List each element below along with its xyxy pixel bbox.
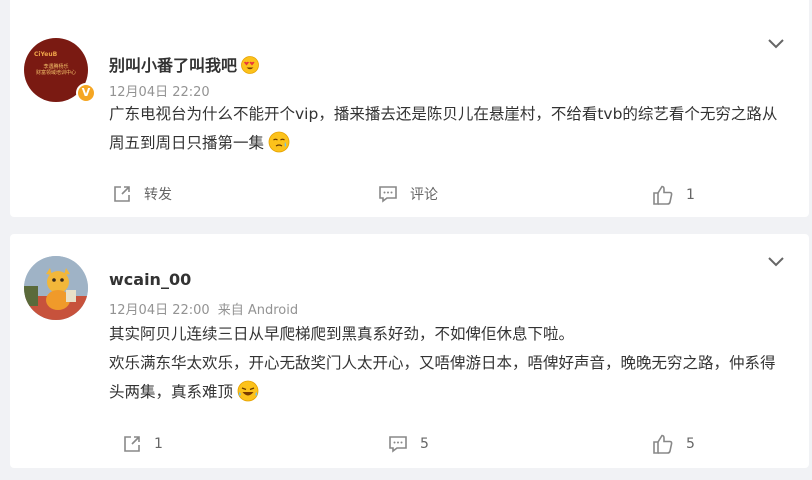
comment-body-line2: 欢乐满东华太欢乐，开心无敌奖门人太开心，又唔俾游日本，唔俾好声音，晚晚无穷之路，… <box>109 354 776 401</box>
repost-count: 1 <box>154 436 163 452</box>
avatar-logo-text: CiYeuB 李遇腾杨乐 财富领域培训中心 <box>34 51 78 77</box>
thumbs-up-icon <box>653 434 673 454</box>
repost-label: 转发 <box>144 187 172 203</box>
comment-body-line2-wrap: 欢乐满东华太欢乐，开心无敌奖门人太开心，又唔俾游日本，唔俾好声音，晚晚无穷之路，… <box>109 349 789 407</box>
repost-button[interactable]: 1 <box>122 434 163 454</box>
comment-body-line1: 其实阿贝儿连续三日从早爬梯爬到黑真系好劲，不如俾佢休息下啦。 <box>109 325 575 343</box>
laugh-cry-emoji-icon <box>237 380 259 402</box>
avatar-line2: 财富领域培训中心 <box>35 70 76 76</box>
chevron-down-icon[interactable] <box>767 256 785 268</box>
thumbs-up-icon <box>653 185 673 205</box>
avatar[interactable] <box>24 256 88 320</box>
username[interactable]: wcain_00 <box>109 270 191 289</box>
timestamp: 12月04日 22:20 <box>109 85 210 100</box>
timestamp: 12月04日 22:00 <box>109 303 210 318</box>
like-button[interactable]: 1 <box>652 185 695 205</box>
avatar-brand: CiYeuB <box>34 51 58 58</box>
like-count: 1 <box>686 187 695 203</box>
username-text[interactable]: 别叫小番了叫我吧 <box>109 56 237 75</box>
comment-label: 评论 <box>410 187 438 203</box>
comment-icon <box>379 186 397 203</box>
username[interactable]: 别叫小番了叫我吧 <box>109 52 259 76</box>
post-meta: 12月04日 22:00 来自 Android <box>109 299 298 318</box>
comment-button[interactable]: 评论 <box>378 184 438 204</box>
sweat-emoji-icon <box>268 131 290 153</box>
chevron-down-icon[interactable] <box>767 38 785 50</box>
share-icon <box>114 186 130 202</box>
post-meta: 12月04日 22:20 <box>109 81 210 100</box>
heart-eyes-emoji-icon <box>241 56 259 74</box>
avatar-image <box>24 256 88 320</box>
username-text[interactable]: wcain_00 <box>109 270 191 289</box>
comment-body: 广东电视台为什么不能开个vip，播来播去还是陈贝儿在悬崖村，不给看tvb的综艺看… <box>109 105 778 152</box>
comment-text: 其实阿贝儿连续三日从早爬梯爬到黑真系好劲，不如俾佢休息下啦。 欢乐满东华太欢乐，… <box>109 320 789 407</box>
comment-text: 广东电视台为什么不能开个vip，播来播去还是陈贝儿在悬崖村，不给看tvb的综艺看… <box>109 100 779 158</box>
comment-button[interactable]: 5 <box>388 434 429 454</box>
comment-count: 5 <box>420 436 429 452</box>
comment-icon <box>389 436 407 453</box>
verified-badge: V <box>76 83 96 103</box>
post-source: 来自 Android <box>217 303 299 318</box>
like-count: 5 <box>686 436 695 452</box>
like-button[interactable]: 5 <box>652 434 695 454</box>
repost-button[interactable]: 转发 <box>112 184 172 204</box>
share-icon <box>124 436 140 452</box>
